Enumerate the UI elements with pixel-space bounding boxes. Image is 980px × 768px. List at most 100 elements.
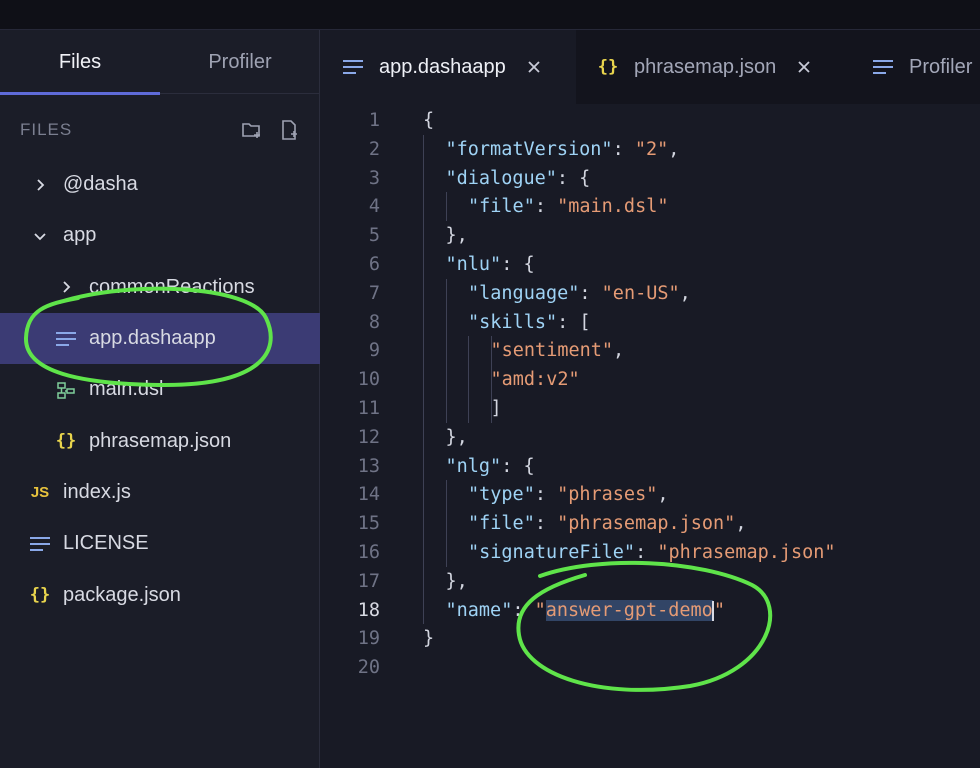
indent-guide xyxy=(490,336,492,423)
line-number: 1 xyxy=(368,110,380,131)
file-tree: @dasha app commonReactions app.dashaapp main… xyxy=(0,159,320,621)
code-line: 2 "formatVersion": "2", xyxy=(321,135,980,164)
tree-item[interactable]: commonReactions xyxy=(0,262,320,313)
tree-item[interactable]: app.dashaapp xyxy=(0,312,320,365)
close-icon[interactable] xyxy=(794,57,814,77)
line-number: 15 xyxy=(357,513,380,535)
tree-item-label: LICENSE xyxy=(63,532,149,555)
editor-tab-bar: app.dashaapp {} phrasemap.json Profiler xyxy=(321,30,980,104)
code-token: : xyxy=(579,282,602,304)
code-line: 8 "skills": [ xyxy=(321,308,980,337)
code-token: : xyxy=(534,513,558,535)
tree-item-label: app.dashaapp xyxy=(89,327,216,350)
code-text: "type": "phrases", xyxy=(468,484,669,505)
code-token: ] xyxy=(490,398,502,419)
chevron-right-icon xyxy=(29,174,51,196)
code-token: "phrases" xyxy=(557,484,658,506)
tree-item[interactable]: main.dsl xyxy=(0,364,320,415)
code-line: 11] xyxy=(321,394,980,423)
code-line: 1{ xyxy=(321,106,980,135)
code-token: }, xyxy=(445,225,468,247)
editor-tab[interactable]: Profiler xyxy=(851,30,980,104)
line-number: 13 xyxy=(357,455,380,477)
tree-item[interactable]: {} phrasemap.json xyxy=(0,415,320,466)
code-text: "nlg": { xyxy=(446,456,535,477)
line-number: 5 xyxy=(368,225,380,247)
code-line: 9 "sentiment", xyxy=(321,336,980,365)
line-number: 9 xyxy=(368,340,380,362)
tree-item[interactable]: @dasha xyxy=(0,159,320,210)
tree-item-label: phrasemap.json xyxy=(89,429,232,452)
lines-icon xyxy=(29,533,51,555)
code-line: 20 xyxy=(321,653,980,682)
code-text: ] xyxy=(491,398,502,419)
code-token: : [ xyxy=(557,311,591,333)
code-token: } xyxy=(423,628,435,650)
lines-icon xyxy=(871,55,895,79)
code-text: "file": "phrasemap.json", xyxy=(468,513,746,534)
code-token: : { xyxy=(556,167,591,189)
code-editor[interactable]: 1{2 "formatVersion": "2", 3 "dialogue": {4 "… xyxy=(321,104,980,768)
editor-tab-label: app.dashaapp xyxy=(379,55,506,78)
new-folder-icon[interactable] xyxy=(241,119,263,141)
code-line: 15 "file": "phrasemap.json", xyxy=(321,509,980,538)
code-token: : { xyxy=(501,254,535,275)
new-file-icon[interactable] xyxy=(279,119,301,141)
indent-guide xyxy=(445,192,447,222)
code-token: , xyxy=(657,484,669,506)
code-line: 17}, xyxy=(321,567,980,596)
code-token: : xyxy=(612,138,635,160)
code-line: 7 "language": "en-US", xyxy=(321,279,980,308)
sidebar-tabs: Files Profiler xyxy=(0,30,320,95)
line-number: 10 xyxy=(357,369,380,391)
code-token: "phrasemap.json" xyxy=(557,513,736,535)
js-icon: JS xyxy=(30,483,50,501)
code-line: 6 "nlu": { xyxy=(321,250,980,279)
code-token: "sentiment" xyxy=(490,340,614,362)
line-number: 17 xyxy=(357,570,380,592)
code-token: : xyxy=(635,542,658,563)
selected-text: answer-gpt-demo xyxy=(545,599,713,621)
code-token: "amd:v2" xyxy=(490,369,580,391)
tree-item[interactable]: {} package.json xyxy=(0,569,320,620)
tree-item[interactable]: LICENSE xyxy=(0,518,320,569)
editor-tab-label: phrasemap.json xyxy=(634,55,777,78)
sidebar: Files Profiler FILES @dasha app commonReac… xyxy=(0,30,320,768)
tab-profiler[interactable]: Profiler xyxy=(160,30,320,94)
code-line: 10 "amd:v2" xyxy=(321,365,980,394)
code-text: { xyxy=(423,110,434,131)
editor-tab[interactable]: {} phrasemap.json xyxy=(576,30,851,104)
code-token: , xyxy=(613,340,625,362)
json-braces-icon: {} xyxy=(55,431,77,452)
code-token: }, xyxy=(445,426,468,448)
code-text: }, xyxy=(446,427,468,448)
tab-files[interactable]: Files xyxy=(0,30,160,95)
tree-item[interactable]: JS index.js xyxy=(0,467,320,518)
code-token: "2" xyxy=(634,138,669,160)
code-text: "skills": [ xyxy=(468,312,591,333)
line-number: 2 xyxy=(368,138,380,160)
json-braces-icon: {} xyxy=(597,57,619,77)
line-number: 11 xyxy=(357,398,380,419)
line-number: 20 xyxy=(357,657,380,679)
code-token: "type" xyxy=(468,484,535,506)
code-line: 5}, xyxy=(321,221,980,250)
line-number: 16 xyxy=(357,542,380,563)
code-line: 16 "signatureFile": "phrasemap.json" xyxy=(321,538,980,567)
code-text: }, xyxy=(446,225,468,246)
tree-item-label: app xyxy=(63,224,97,247)
code-token: "nlg" xyxy=(445,455,502,477)
code-token: { xyxy=(423,110,435,131)
tree-item-label: index.js xyxy=(63,480,131,503)
close-icon[interactable] xyxy=(524,57,544,77)
tree-item[interactable]: app xyxy=(0,210,320,261)
line-number: 14 xyxy=(357,484,380,506)
tree-item-label: @dasha xyxy=(63,173,138,196)
code-line: 3 "dialogue": { xyxy=(321,164,980,193)
line-number: 12 xyxy=(357,426,380,448)
chevron-down-icon xyxy=(29,225,51,247)
code-token: , xyxy=(668,138,680,160)
files-header: FILES xyxy=(20,118,301,142)
code-token: "phrasemap.json" xyxy=(657,542,836,563)
editor-tab[interactable]: app.dashaapp xyxy=(321,30,576,104)
